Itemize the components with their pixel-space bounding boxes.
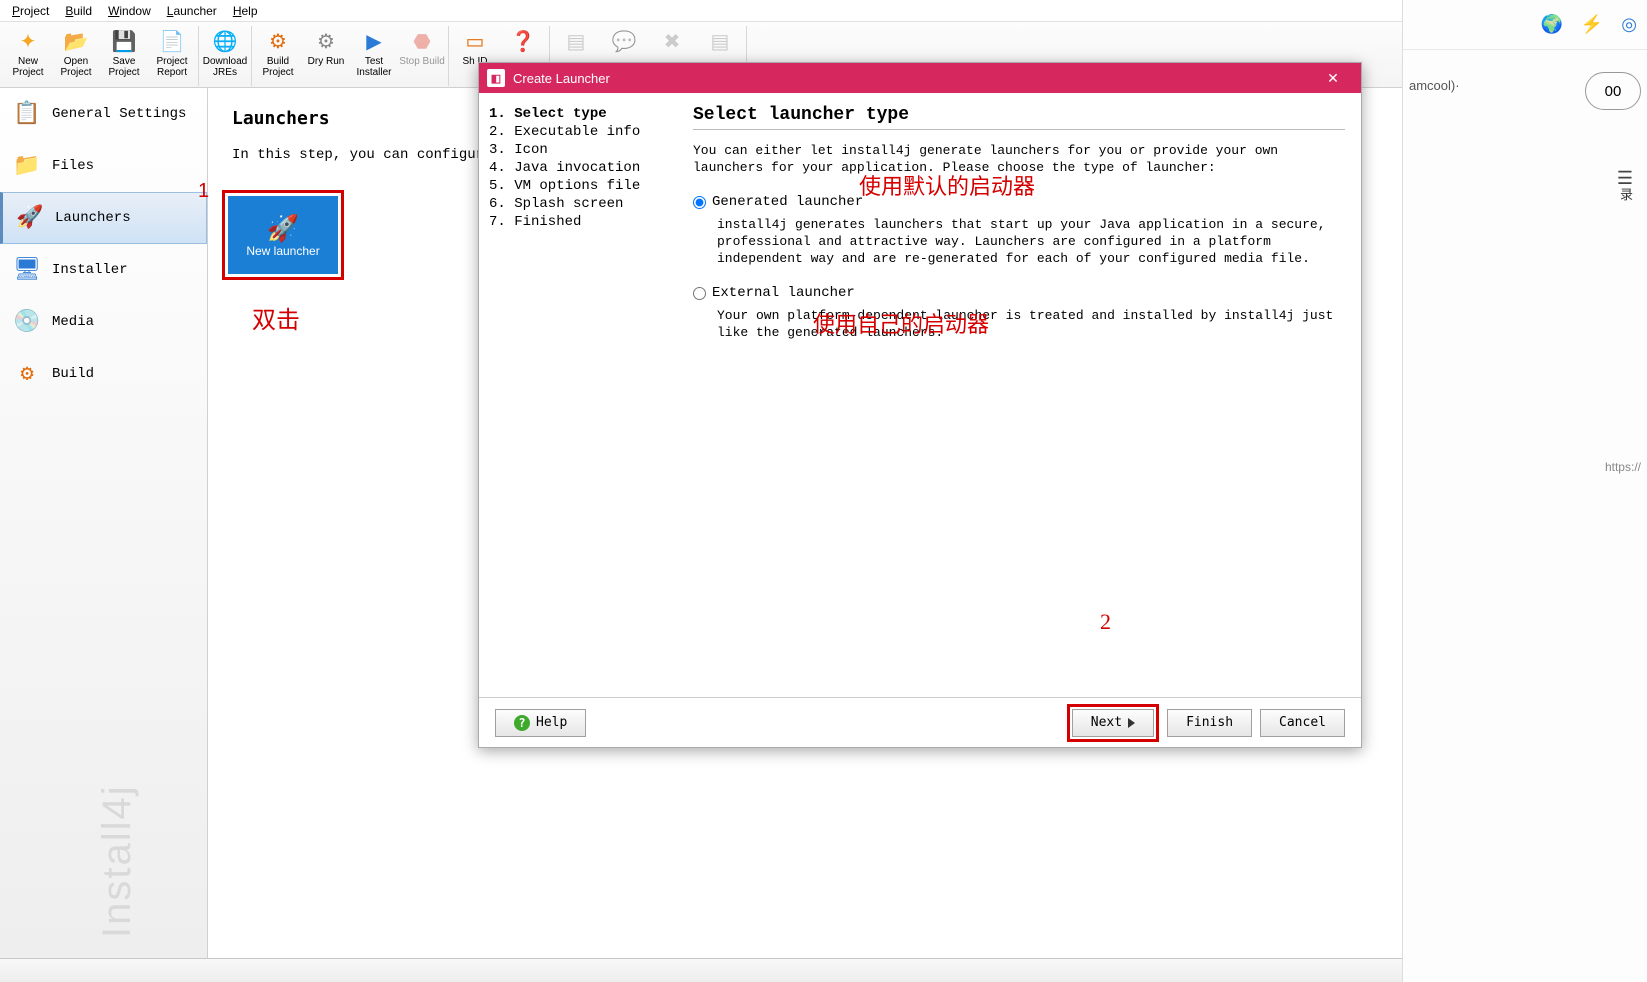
gears-icon: ⚙ <box>12 359 42 389</box>
dialog-titlebar[interactable]: ◧ Create Launcher ✕ <box>479 63 1361 93</box>
launcher-tile-highlight: 🚀 New launcher <box>222 190 344 280</box>
radio-external[interactable] <box>693 287 706 300</box>
annotation-doubleclick: 双击 <box>252 300 300 335</box>
option-external[interactable]: External launcher <box>693 285 1345 301</box>
step-5: 5. VM options file <box>489 177 679 195</box>
launcher-tile[interactable]: 🚀 New launcher <box>228 196 338 274</box>
annotation-1: 1 <box>198 180 209 203</box>
open-folder-icon: 📂 <box>62 28 90 56</box>
sidebar: 📋General Settings 📁Files 🚀Launchers 🖥Ins… <box>0 88 208 958</box>
browser-strip: 🌍 ⚡ ◎ amcool)· 00 ☰ 录 https:// <box>1402 0 1647 982</box>
bubble-icon: 💬 <box>610 28 638 56</box>
save-icon: 💾 <box>110 28 138 56</box>
option-external-label: External launcher <box>712 285 855 301</box>
folder-icon: 📁 <box>12 151 42 181</box>
wizard-heading: Select launcher type <box>693 105 1345 125</box>
status-bar: ❄ Idle <box>0 958 1647 982</box>
menu-launcher[interactable]: Launcher <box>159 2 225 20</box>
menu-bar: PProjectroject Build Window Launcher Hel… <box>0 0 1647 22</box>
cancel-button[interactable]: Cancel <box>1260 709 1345 737</box>
step-7: 7. Finished <box>489 213 679 231</box>
tb-save-project[interactable]: 💾Save Project <box>100 26 148 86</box>
sidebar-item-media[interactable]: 💿Media <box>0 296 207 348</box>
option-generated-desc: install4j generates launchers that start… <box>717 216 1345 267</box>
rocket-tile-icon: 🚀 <box>267 213 299 244</box>
tb-download-jres[interactable]: 🌐Download JREs <box>201 26 249 86</box>
clipboard-icon: 📋 <box>12 99 42 129</box>
sidebar-item-files[interactable]: 📁Files <box>0 140 207 192</box>
doc-icon: ▤ <box>706 28 734 56</box>
dialog-footer: ?Help Next Finish Cancel <box>479 697 1361 747</box>
lu-text: 录 <box>1620 184 1633 203</box>
step-2: 2. Executable info <box>489 123 679 141</box>
dialog-title-text: Create Launcher <box>513 71 610 86</box>
note-icon: ▤ <box>562 28 590 56</box>
finish-button[interactable]: Finish <box>1167 709 1252 737</box>
pill-counter[interactable]: 00 <box>1585 72 1641 110</box>
x-icon: ✖ <box>658 28 686 56</box>
menu-build[interactable]: Build <box>57 2 100 20</box>
sidebar-item-launchers[interactable]: 🚀Launchers <box>0 192 207 244</box>
id-icon: ▭ <box>461 28 489 56</box>
create-launcher-dialog: ◧ Create Launcher ✕ 1. Select type 2. Ex… <box>478 62 1362 748</box>
launcher-tile-label: New launcher <box>246 244 319 258</box>
option-generated-label: Generated launcher <box>712 194 863 210</box>
square-icon[interactable]: ◎ <box>1621 14 1637 35</box>
menu-help[interactable]: Help <box>225 2 266 20</box>
menu-project[interactable]: PProjectroject <box>4 2 57 20</box>
sidebar-item-installer[interactable]: 🖥Installer <box>0 244 207 296</box>
step-1: 1. Select type <box>489 105 679 123</box>
step-3: 3. Icon <box>489 141 679 159</box>
download-icon: 🌐 <box>211 28 239 56</box>
next-button-highlight: Next <box>1067 704 1159 742</box>
report-icon: 📄 <box>158 28 186 56</box>
dialog-close-button[interactable]: ✕ <box>1313 70 1353 87</box>
tb-test-installer[interactable]: ▶Test Installer <box>350 26 398 86</box>
disc-icon: 💿 <box>12 307 42 337</box>
globe-icon[interactable]: 🌍 <box>1540 14 1562 35</box>
tb-new-project[interactable]: ✦New Project <box>4 26 52 86</box>
annotation-2: 2 <box>1100 609 1111 635</box>
tb-stop-build: ⬣Stop Build <box>398 26 446 86</box>
dialog-app-icon: ◧ <box>487 69 505 87</box>
chevron-right-icon <box>1128 718 1135 728</box>
help-round-icon: ❓ <box>509 28 537 56</box>
amcool-text: amcool)· <box>1409 78 1460 93</box>
gear-dry-icon: ⚙ <box>312 28 340 56</box>
tb-dry-run[interactable]: ⚙Dry Run <box>302 26 350 86</box>
sidebar-item-general[interactable]: 📋General Settings <box>0 88 207 140</box>
annotation-own-launcher: 使用自己的启动器 <box>813 307 989 339</box>
bolt-icon[interactable]: ⚡ <box>1581 14 1603 35</box>
help-button[interactable]: ?Help <box>495 709 586 737</box>
step-6: 6. Splash screen <box>489 195 679 213</box>
step-4: 4. Java invocation <box>489 159 679 177</box>
menu-window[interactable]: Window <box>100 2 159 20</box>
rocket-icon: 🚀 <box>15 203 45 233</box>
option-external-desc: Your own platform-dependent launcher is … <box>717 307 1345 341</box>
play-icon: ▶ <box>360 28 388 56</box>
wizard-steps: 1. Select type 2. Executable info 3. Ico… <box>479 93 689 697</box>
tb-build-project[interactable]: ⚙Build Project <box>254 26 302 86</box>
stop-icon: ⬣ <box>408 28 436 56</box>
installer-icon: 🖥 <box>12 255 42 285</box>
next-button[interactable]: Next <box>1072 709 1154 737</box>
tb-project-report[interactable]: 📄Project Report <box>148 26 196 86</box>
help-icon: ? <box>514 715 530 731</box>
watermark-text: Install4j <box>95 784 140 938</box>
new-project-icon: ✦ <box>14 28 42 56</box>
https-text: https:// <box>1605 460 1641 474</box>
gear-icon: ⚙ <box>264 28 292 56</box>
annotation-default-launcher: 使用默认的启动器 <box>859 169 1035 201</box>
radio-generated[interactable] <box>693 196 706 209</box>
tb-open-project[interactable]: 📂Open Project <box>52 26 100 86</box>
sidebar-item-build[interactable]: ⚙Build <box>0 348 207 400</box>
